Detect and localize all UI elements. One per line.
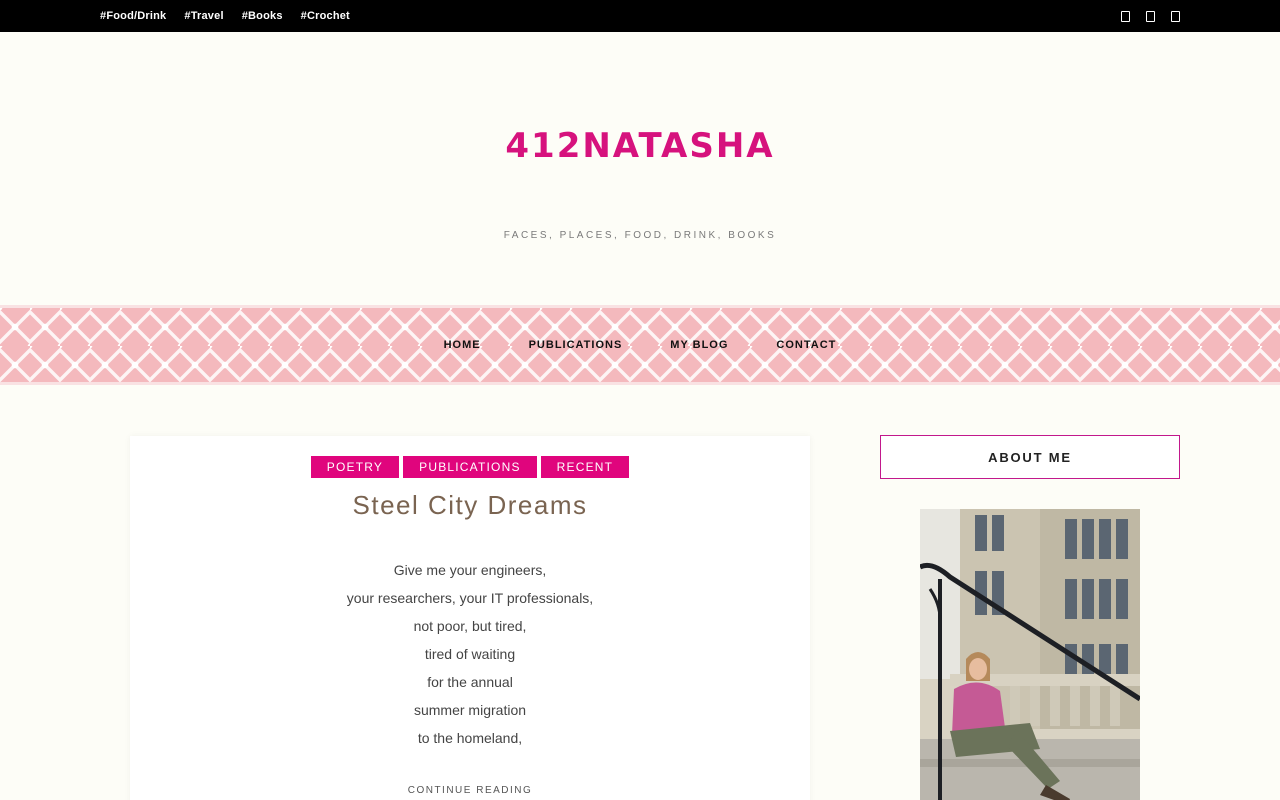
nav-band: HOME PUBLICATIONS MY BLOG CONTACT	[0, 305, 1280, 385]
post-card: POETRY PUBLICATIONS RECENT Steel City Dr…	[130, 436, 810, 800]
main-nav: HOME PUBLICATIONS MY BLOG CONTACT	[0, 308, 1280, 382]
tag-link-books[interactable]: #Books	[242, 10, 283, 22]
about-me-heading: ABOUT ME	[880, 435, 1180, 479]
social-icon[interactable]	[1146, 10, 1155, 22]
tag-link-food-drink[interactable]: #Food/Drink	[100, 10, 166, 22]
nav-item-my-blog[interactable]: MY BLOG	[646, 339, 752, 351]
poem-line: summer migration	[413, 702, 527, 718]
poem-line: to the homeland,	[417, 730, 523, 746]
post-excerpt: Give me your engineers, your researchers…	[130, 556, 810, 752]
post-categories: POETRY PUBLICATIONS RECENT	[130, 456, 810, 478]
tag-links: #Food/Drink #Travel #Books #Crochet	[100, 0, 350, 32]
continue-reading-link[interactable]: CONTINUE READING	[130, 785, 810, 796]
nav-item-contact[interactable]: CONTACT	[752, 339, 860, 351]
tag-link-crochet[interactable]: #Crochet	[301, 10, 350, 22]
site-tagline: FACES, PLACES, FOOD, DRINK, BOOKS	[503, 230, 777, 241]
poem-line: not poor, but tired,	[413, 618, 527, 634]
nav-item-publications[interactable]: PUBLICATIONS	[505, 339, 647, 351]
social-links	[1121, 0, 1180, 32]
category-tag-recent[interactable]: RECENT	[540, 456, 630, 478]
author-photo	[920, 509, 1140, 800]
poem-line: your researchers, your IT professionals,	[346, 590, 594, 606]
poem-line: for the annual	[427, 674, 513, 690]
poem-line: tired of waiting	[424, 646, 516, 662]
tag-link-travel[interactable]: #Travel	[184, 10, 223, 22]
category-tag-publications[interactable]: PUBLICATIONS	[403, 456, 537, 478]
poem-line: Give me your engineers,	[393, 562, 547, 578]
top-bar: #Food/Drink #Travel #Books #Crochet	[0, 0, 1280, 32]
nav-item-home[interactable]: HOME	[420, 339, 505, 351]
post-title[interactable]: Steel City Dreams	[130, 490, 810, 521]
category-tag-poetry[interactable]: POETRY	[310, 456, 400, 478]
social-icon[interactable]	[1171, 10, 1180, 22]
social-icon[interactable]	[1121, 10, 1130, 22]
site-title[interactable]: 412NATASHA	[0, 126, 1280, 166]
